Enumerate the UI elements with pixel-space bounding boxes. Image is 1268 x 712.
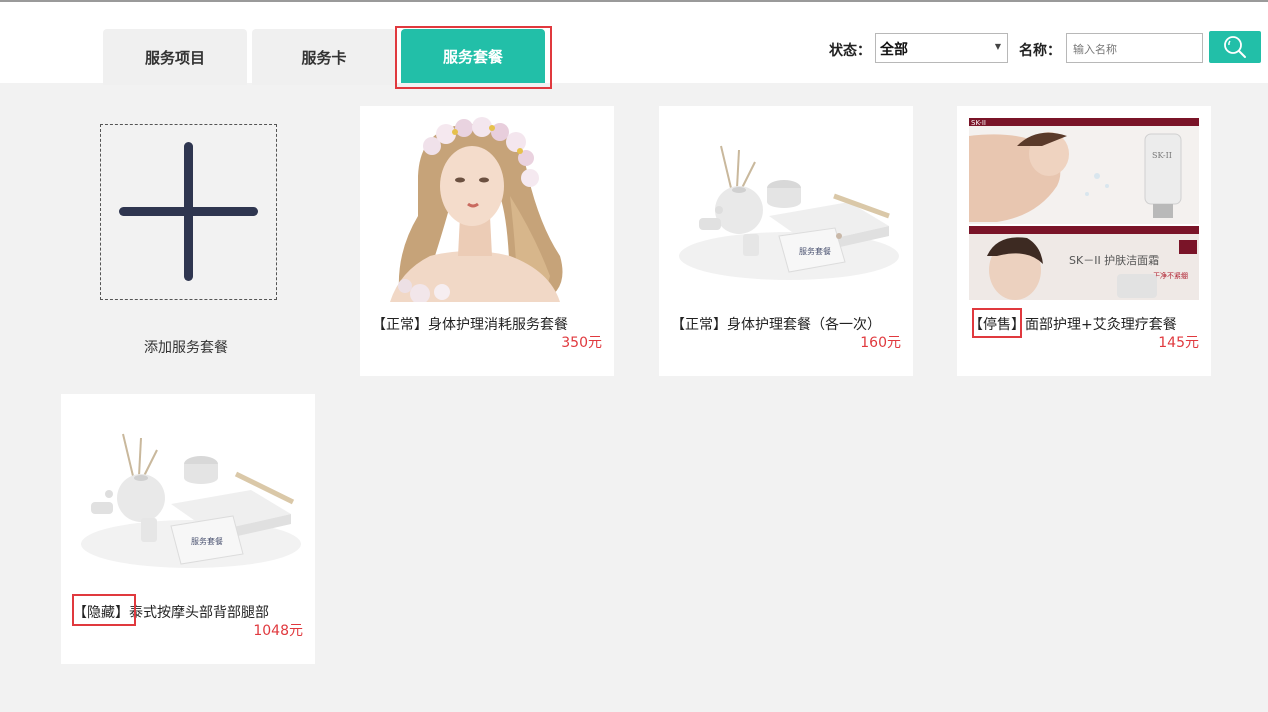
name-filter-label: 名称： xyxy=(1019,43,1061,59)
package-image xyxy=(360,106,614,302)
header-bar: 服务项目 服务卡 服务套餐 状态： 全部 ▼ 名称： 输入名称 xyxy=(0,2,1268,89)
product-card-text: 服务套餐 xyxy=(191,536,223,546)
package-title: 【隐藏】泰式按摩头部背部腿部 xyxy=(73,602,269,622)
package-status: 【隐藏】 xyxy=(73,605,129,621)
package-status: 【正常】 xyxy=(671,317,727,333)
package-image: SK-II SK-II SK－II 护肤洁面霜 干净不紧绷 xyxy=(957,106,1211,302)
ad-subline: 干净不紧绷 xyxy=(1153,271,1188,280)
package-price: 145元 xyxy=(1158,335,1199,351)
package-image: 服务套餐 xyxy=(659,106,913,302)
svg-text:SK-II: SK-II xyxy=(1152,151,1172,160)
status-select[interactable]: 全部 ▼ xyxy=(875,33,1008,63)
package-name: 身体护理消耗服务套餐 xyxy=(428,317,568,333)
tab-service-package[interactable]: 服务套餐 xyxy=(401,29,545,83)
dropdown-arrow-icon: ▼ xyxy=(994,42,1001,51)
package-price: 350元 xyxy=(561,335,602,351)
package-name: 泰式按摩头部背部腿部 xyxy=(129,605,269,621)
search-icon xyxy=(1224,36,1246,58)
package-card[interactable]: 服务套餐 【隐藏】泰式按摩头部背部腿部 1048元 xyxy=(61,394,315,664)
tab-service-card[interactable]: 服务卡 xyxy=(252,29,396,85)
package-title: 【停售】面部护理+艾灸理疗套餐 xyxy=(969,314,1177,334)
package-price: 160元 xyxy=(860,335,901,351)
package-image: 服务套餐 xyxy=(61,394,315,590)
package-card[interactable]: SK-II SK-II SK－II 护肤洁面霜 干净不紧绷 【停售】面部护理+艾… xyxy=(957,106,1211,376)
status-filter-label: 状态： xyxy=(829,43,871,59)
package-title: 【正常】身体护理套餐（各一次） xyxy=(671,314,881,334)
ad-brand-text: SK-II xyxy=(971,119,986,127)
package-price: 1048元 xyxy=(253,623,303,639)
add-package-button[interactable] xyxy=(100,124,277,300)
package-name: 身体护理套餐（各一次） xyxy=(727,317,881,333)
package-status: 【正常】 xyxy=(372,317,428,333)
name-search-input[interactable]: 输入名称 xyxy=(1066,33,1203,63)
status-select-value: 全部 xyxy=(880,42,908,58)
package-name: 面部护理+艾灸理疗套餐 xyxy=(1025,317,1177,333)
package-status: 【停售】 xyxy=(969,317,1025,333)
add-package-label: 添加服务套餐 xyxy=(144,340,228,356)
package-title: 【正常】身体护理消耗服务套餐 xyxy=(372,314,568,334)
tab-service-items[interactable]: 服务项目 xyxy=(103,29,247,85)
package-card[interactable]: 服务套餐 【正常】身体护理套餐（各一次） 160元 xyxy=(659,106,913,376)
package-card[interactable]: 【正常】身体护理消耗服务套餐 350元 xyxy=(360,106,614,376)
product-card-text: 服务套餐 xyxy=(799,246,831,256)
plus-icon-v xyxy=(184,142,193,281)
ad-headline: SK－II 护肤洁面霜 xyxy=(1069,253,1159,267)
search-button[interactable] xyxy=(1209,31,1261,63)
